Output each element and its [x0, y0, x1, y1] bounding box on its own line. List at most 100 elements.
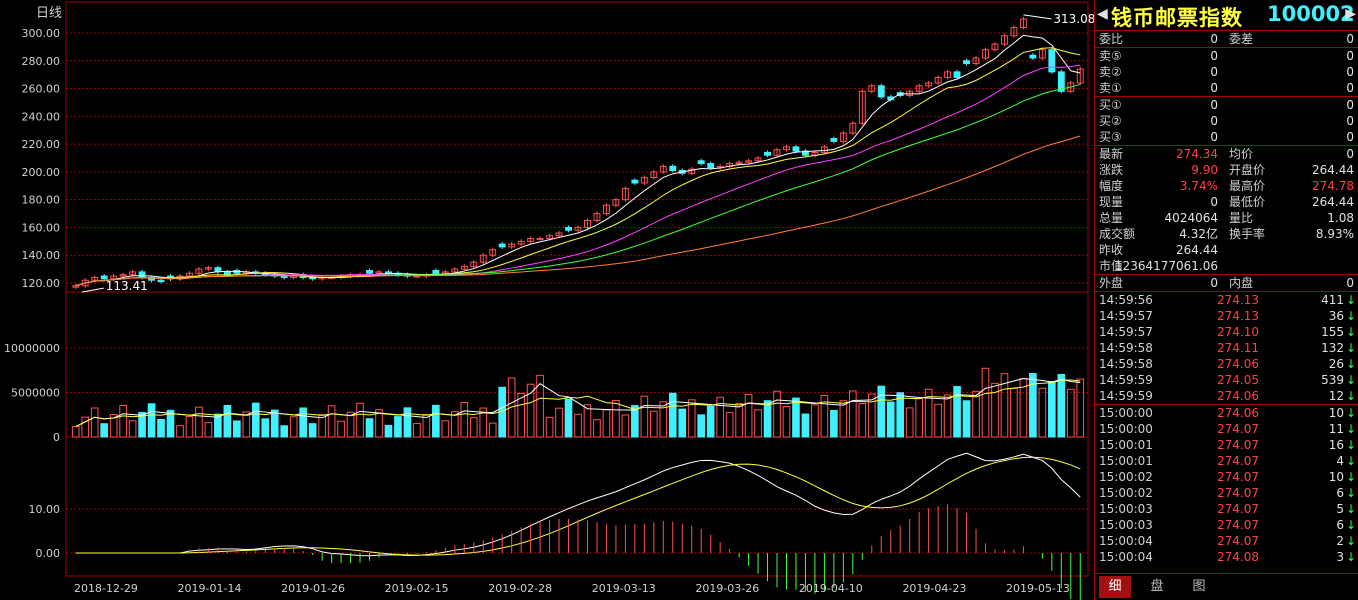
- tick-qty: 12: [1328, 389, 1344, 403]
- volume-bar: [337, 420, 345, 438]
- date-axis-label: 2019-02-28: [488, 582, 552, 595]
- quote-row: 卖⑤ 0 0: [1095, 48, 1358, 64]
- row-value: 9.90: [1191, 163, 1218, 177]
- prev-arrow-icon[interactable]: ◀: [1097, 6, 1108, 22]
- next-arrow-icon[interactable]: ▶: [1345, 6, 1356, 22]
- row-label: 卖①: [1099, 81, 1122, 95]
- volume-bar: [792, 397, 800, 438]
- volume-bar: [744, 394, 753, 438]
- volume-bar: [488, 422, 497, 438]
- candle-body: [669, 165, 677, 171]
- row-value-2: 0: [1346, 130, 1354, 144]
- outer-value: 0: [1210, 276, 1218, 290]
- date-axis-label: 2018-12-29: [74, 582, 138, 595]
- row-value-2: 0: [1346, 32, 1354, 46]
- panel-tabs: 细 盘 图: [1095, 573, 1358, 600]
- row-label: 买②: [1099, 114, 1122, 128]
- tab-book[interactable]: 盘: [1141, 576, 1173, 598]
- volume-bar: [356, 402, 364, 438]
- price-axis-label: 220.00: [22, 138, 61, 151]
- tick-row: 15:00:00 274.06 10 ↓: [1095, 404, 1358, 421]
- tick-price: 274.06: [1217, 357, 1259, 371]
- down-arrow-icon: ↓: [1345, 341, 1356, 355]
- volume-bar: [697, 414, 706, 438]
- row-value-2: 0: [1346, 65, 1354, 79]
- row-value: 3.74%: [1179, 179, 1218, 193]
- down-arrow-icon: ↓: [1345, 454, 1356, 468]
- row-label: 幅度: [1099, 179, 1124, 193]
- tick-price: 274.10: [1217, 325, 1259, 339]
- tick-price: 274.06: [1217, 389, 1259, 403]
- volume-bar: [441, 420, 450, 438]
- row-value-2: 0: [1346, 49, 1354, 63]
- row-label: 涨跌: [1099, 163, 1124, 177]
- quote-row: 最新 274.34 均价 0: [1095, 146, 1358, 162]
- candle-body: [792, 146, 800, 152]
- ma5-line: [75, 34, 1081, 287]
- row-value: 0: [1210, 195, 1218, 209]
- tick-list[interactable]: 14:59:56 274.13 411 ↓ 14:59:57 274.13 36 ↓ 14:59…: [1095, 292, 1358, 565]
- volume-bar: [877, 385, 886, 438]
- volume-bar: [469, 417, 478, 438]
- price-axis-label: 180.00: [22, 194, 61, 207]
- volume-bar: [365, 418, 374, 438]
- macd-axis-label: 10.00: [29, 503, 61, 516]
- tick-qty: 6: [1336, 518, 1344, 532]
- row-label: 昨收: [1099, 243, 1124, 257]
- price-axis-label: 160.00: [22, 221, 61, 234]
- volume-bar: [185, 415, 194, 438]
- candle-body: [764, 151, 771, 156]
- volume-bar: [886, 401, 895, 438]
- volume-bar: [204, 422, 213, 438]
- candle-body: [223, 271, 231, 276]
- volume-bar: [1048, 381, 1056, 438]
- volume-bar: [270, 409, 279, 438]
- date-axis-label: 2019-03-13: [592, 582, 656, 595]
- volume-bar: [1076, 378, 1085, 438]
- tick-price: 274.13: [1217, 309, 1259, 323]
- tick-price: 274.13: [1217, 293, 1259, 307]
- volume-bar: [725, 412, 734, 438]
- volume-bar: [905, 407, 914, 438]
- volume-bar: [735, 403, 743, 438]
- candle-body: [536, 238, 544, 241]
- volume-bar: [280, 425, 289, 438]
- tick-price: 274.07: [1217, 470, 1259, 484]
- tick-qty: 10: [1328, 406, 1344, 420]
- tick-qty: 36: [1328, 309, 1344, 323]
- kline-chart-area[interactable]: 日线 300.00 280.00 260.00 240.00 220.00 200.00 1…: [0, 0, 1094, 600]
- tick-time: 14:59:57: [1099, 309, 1153, 323]
- quote-row: 卖① 0 0: [1095, 80, 1358, 96]
- row-value-2: 0: [1346, 114, 1354, 128]
- volume-bar: [1038, 387, 1047, 438]
- stats-section: 最新 274.34 均价 0 涨跌 9.90 开盘价 264.44 幅度 3.74% 最高价 274.…: [1095, 146, 1358, 275]
- tick-time: 15:00:00: [1099, 406, 1153, 420]
- tick-time: 14:59:57: [1099, 325, 1153, 339]
- volume-bar: [593, 419, 601, 438]
- tab-chart[interactable]: 图: [1183, 576, 1215, 598]
- down-arrow-icon: ↓: [1345, 486, 1356, 500]
- quote-row: 卖② 0 0: [1095, 64, 1358, 80]
- volume-bar: [251, 402, 260, 438]
- volume-bar: [289, 416, 298, 438]
- tick-row: 14:59:59 274.05 539 ↓: [1095, 372, 1358, 388]
- kline-chart[interactable]: 300.00 280.00 260.00 240.00 220.00 200.00 180.…: [0, 0, 1094, 600]
- quote-row: 市值 12364177061.06: [1095, 258, 1358, 274]
- row-label: 成交额: [1099, 227, 1136, 241]
- tick-price: 274.07: [1217, 422, 1259, 436]
- volume-bar: [223, 404, 232, 438]
- row-value: 0: [1210, 130, 1218, 144]
- price-axis-label: 140.00: [22, 249, 61, 262]
- quote-panel: ◀ 钱币邮票指数 100002 ▶ 委比 0 委差 0 卖⑤ 0 0 卖② 0 0 卖① 0 0 买①…: [1094, 0, 1358, 600]
- price-axis-label: 200.00: [22, 166, 61, 179]
- price-axis-label: 120.00: [22, 277, 61, 290]
- row-label-2: 均价: [1229, 147, 1254, 161]
- quote-row: 昨收 264.44: [1095, 242, 1358, 258]
- candle-body: [697, 160, 705, 165]
- volume-bar: [394, 416, 402, 438]
- down-arrow-icon: ↓: [1345, 373, 1356, 387]
- tab-detail[interactable]: 细: [1099, 576, 1131, 598]
- volume-bar: [308, 423, 317, 438]
- row-label-2: 量比: [1229, 211, 1254, 225]
- quote-row: 涨跌 9.90 开盘价 264.44: [1095, 162, 1358, 178]
